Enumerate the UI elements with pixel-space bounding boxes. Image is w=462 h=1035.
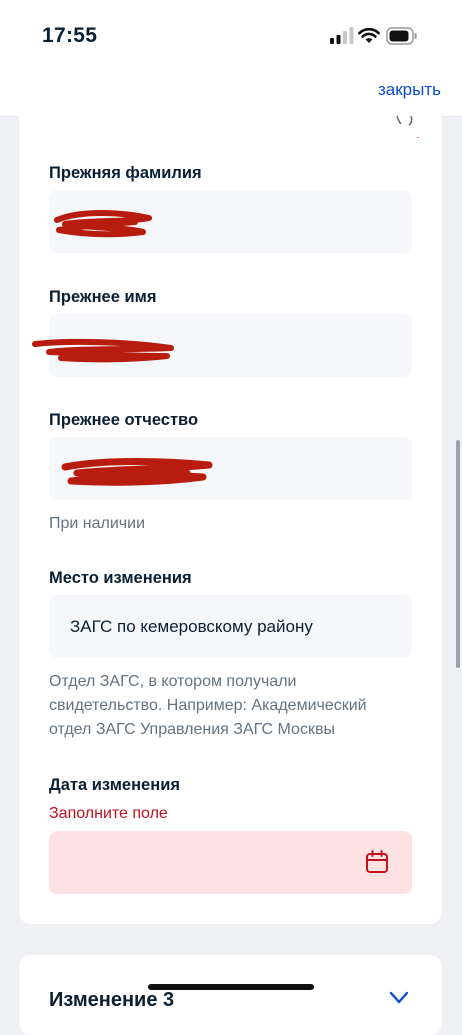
hint-line: Отдел ЗАГС, в котором получали — [49, 673, 297, 690]
previous-patronymic-hint: При наличии — [49, 515, 145, 532]
wifi-icon — [358, 28, 380, 43]
place-of-change-input[interactable]: ЗАГС по кемеровскому району — [49, 595, 412, 658]
previous-name-input[interactable] — [32, 314, 412, 377]
close-icon[interactable] — [386, 985, 412, 1011]
home-indicator — [148, 984, 314, 990]
previous-patronymic-label: Прежнее отчество — [49, 411, 199, 429]
previous-name-label: Прежнее имя — [49, 288, 157, 306]
date-of-change-error: Заполните поле — [49, 805, 168, 822]
place-of-change-hint: Отдел ЗАГС, в котором получали свидетель… — [49, 670, 409, 742]
close-link[interactable]: закрыть — [378, 80, 441, 100]
form-card: Прежняя фамилия Прежнее имя Прежнее отче… — [19, 100, 442, 924]
place-of-change-value: ЗАГС по кемеровскому району — [70, 617, 313, 636]
scrollbar[interactable] — [456, 440, 460, 668]
status-time: 17:55 — [42, 24, 98, 47]
calendar-icon[interactable] — [364, 849, 390, 875]
redaction-mark — [61, 458, 213, 486]
date-of-change-label: Дата изменения — [49, 776, 180, 794]
status-bar: 17:55 — [0, 0, 462, 68]
place-of-change-label: Место изменения — [49, 569, 192, 587]
redaction-mark — [32, 338, 174, 363]
hint-line: отдел ЗАГС Управления ЗАГС Москвы — [49, 721, 335, 738]
date-of-change-input[interactable] — [49, 831, 412, 894]
redaction-mark — [54, 210, 152, 238]
battery-icon — [386, 27, 417, 45]
previous-surname-input[interactable] — [49, 190, 412, 253]
cropped-top-control — [396, 115, 420, 138]
signal-icon — [330, 27, 354, 44]
previous-surname-label: Прежняя фамилия — [49, 164, 202, 182]
next-section-title: Изменение 3 — [49, 989, 175, 1011]
hint-line: свидетельство. Например: Академический — [49, 697, 367, 714]
next-section-card[interactable]: Изменение 3 — [19, 955, 442, 1035]
previous-patronymic-input[interactable] — [49, 437, 412, 500]
